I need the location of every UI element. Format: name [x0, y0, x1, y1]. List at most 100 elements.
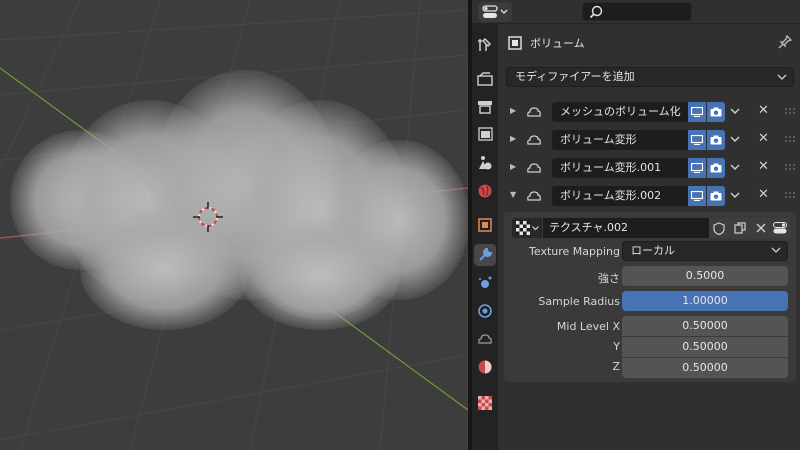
texture-icon: [478, 396, 492, 410]
collapse-arrow-icon[interactable]: ▼: [510, 190, 520, 199]
texture-properties-button[interactable]: [770, 218, 790, 238]
properties-header: [472, 0, 800, 24]
chevron-down-icon: [771, 247, 781, 253]
tab-particles[interactable]: [474, 272, 496, 294]
chevron-down-icon[interactable]: [730, 162, 740, 172]
remove-modifier-icon[interactable]: ✕: [758, 159, 769, 174]
tab-modifiers[interactable]: [474, 244, 496, 266]
pin-icon[interactable]: [778, 35, 792, 49]
drag-handle-icon[interactable]: [784, 163, 796, 171]
mid-level-x-field[interactable]: 0.50000: [622, 316, 788, 336]
checker-texture-icon: [515, 221, 530, 235]
expand-arrow-icon[interactable]: ▶: [510, 162, 520, 171]
mid-level-z-field[interactable]: 0.50000: [622, 358, 788, 378]
strength-field[interactable]: 0.5000: [622, 266, 788, 286]
duplicate-texture-button[interactable]: [730, 218, 750, 238]
camera-icon: [710, 191, 722, 201]
search-input[interactable]: [582, 2, 692, 21]
object-context: ボリューム: [508, 34, 585, 52]
chevron-down-icon: [500, 9, 508, 14]
modifier-header[interactable]: ▶ ボリューム変形.001 ✕: [508, 157, 798, 179]
3d-viewport[interactable]: [0, 0, 468, 450]
fake-user-button[interactable]: [709, 218, 729, 238]
show-render-toggle[interactable]: [707, 130, 725, 150]
mid-level-y-label: Y: [613, 340, 620, 353]
output-icon: [478, 101, 492, 114]
object-icon: [478, 218, 492, 232]
monitor-icon: [691, 135, 703, 145]
chevron-down-icon[interactable]: [730, 190, 740, 200]
unlink-texture-button[interactable]: [751, 218, 771, 238]
tab-volume-data[interactable]: [474, 328, 496, 350]
tab-tool[interactable]: [474, 34, 496, 56]
texture-name-field[interactable]: テクスチャ.002: [543, 218, 709, 238]
shield-icon: [713, 221, 725, 235]
modifier-name-field[interactable]: メッシュのボリューム化: [552, 102, 688, 122]
texture-mapping-dropdown[interactable]: ローカル: [622, 241, 788, 261]
modifier-settings-body: テクスチャ.002 Texture Mapping ローカル 強さ 0.5000…: [504, 212, 796, 382]
tab-material[interactable]: [474, 356, 496, 378]
camera-icon: [710, 135, 722, 145]
chevron-down-icon: [777, 74, 787, 80]
strength-label: 強さ: [598, 272, 620, 285]
modifier-properties-panel: ボリューム モディファイアーを追加 ▶ メッシュのボリューム化 ✕ ▶ ボリュー…: [498, 24, 800, 450]
mid-level-y-field[interactable]: 0.50000: [622, 337, 788, 357]
remove-modifier-icon[interactable]: ✕: [758, 187, 769, 202]
mid-level-x-label: Mid Level X: [556, 320, 620, 333]
show-viewport-toggle[interactable]: [688, 102, 706, 122]
show-render-toggle[interactable]: [707, 158, 725, 178]
chevron-down-icon[interactable]: [730, 106, 740, 116]
monitor-icon: [691, 191, 703, 201]
render-icon: [477, 72, 493, 86]
volume-modifier-icon: [527, 163, 541, 173]
modifier-header[interactable]: ▶ ボリューム変形 ✕: [508, 129, 798, 151]
modifier-wrench-icon: [479, 247, 493, 261]
modifier-header[interactable]: ▶ メッシュのボリューム化 ✕: [508, 101, 798, 123]
camera-icon: [710, 163, 722, 173]
tab-physics[interactable]: [474, 300, 496, 322]
tab-scene[interactable]: [474, 152, 496, 174]
modifier-name-field[interactable]: ボリューム変形.002: [552, 186, 688, 206]
material-icon: [478, 360, 492, 374]
tab-output[interactable]: [474, 96, 496, 118]
tab-world[interactable]: [474, 180, 496, 202]
mid-level-z-label: Z: [612, 360, 620, 373]
drag-handle-icon[interactable]: [784, 135, 796, 143]
tab-object[interactable]: [474, 214, 496, 236]
close-icon: [756, 223, 766, 233]
3d-cursor-icon: [193, 202, 223, 232]
scene-icon: [479, 156, 492, 170]
drag-handle-icon[interactable]: [784, 191, 796, 199]
editor-type-button[interactable]: [478, 2, 512, 22]
tab-view-layer[interactable]: [474, 124, 496, 146]
modifier-name-field[interactable]: ボリューム変形: [552, 130, 688, 150]
texture-selector: テクスチャ.002: [512, 218, 790, 238]
remove-modifier-icon[interactable]: ✕: [758, 131, 769, 146]
show-render-toggle[interactable]: [707, 186, 725, 206]
modifier-header[interactable]: ▼ ボリューム変形.002 ✕: [508, 185, 798, 207]
chevron-down-icon: [531, 225, 539, 230]
drag-handle-icon[interactable]: [784, 107, 796, 115]
sample-radius-label: Sample Radius: [538, 295, 620, 308]
show-viewport-toggle[interactable]: [688, 158, 706, 178]
tool-icon: [478, 37, 492, 51]
chevron-down-icon[interactable]: [730, 134, 740, 144]
expand-arrow-icon[interactable]: ▶: [510, 134, 520, 143]
texture-browse-button[interactable]: [512, 218, 542, 238]
show-render-toggle[interactable]: [707, 102, 725, 122]
tab-texture[interactable]: [474, 392, 496, 414]
expand-arrow-icon[interactable]: ▶: [510, 106, 520, 115]
volume-data-icon: [478, 334, 492, 344]
remove-modifier-icon[interactable]: ✕: [758, 103, 769, 118]
monitor-icon: [691, 107, 703, 117]
tab-render[interactable]: [474, 68, 496, 90]
volume-object-icon: [508, 36, 522, 50]
show-viewport-toggle[interactable]: [688, 186, 706, 206]
volume-modifier-icon: [527, 191, 541, 201]
volume-modifier-icon: [527, 135, 541, 145]
show-viewport-toggle[interactable]: [688, 130, 706, 150]
sample-radius-field[interactable]: 1.00000: [622, 291, 788, 311]
add-modifier-dropdown[interactable]: モディファイアーを追加: [506, 67, 794, 87]
search-icon: [589, 5, 603, 19]
modifier-name-field[interactable]: ボリューム変形.001: [552, 158, 688, 178]
